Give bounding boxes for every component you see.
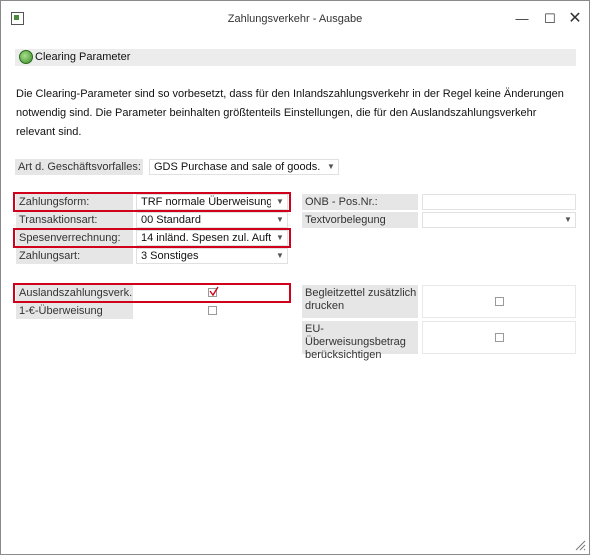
- ein-euro-ueberweisung-cell: [136, 303, 288, 319]
- geschaeftsvorfall-label: Art d. Geschäftsvorfalles:: [15, 159, 143, 175]
- window-title: Zahlungsverkehr - Ausgabe: [227, 13, 363, 25]
- spesenverrechnung-highlight: [13, 228, 291, 248]
- section-title: Clearing Parameter: [35, 51, 131, 63]
- chevron-down-icon[interactable]: ▼: [273, 213, 287, 227]
- chevron-down-icon[interactable]: ▼: [273, 249, 287, 263]
- eu-ueberweisungsbetrag-label: EU-Überweisungsbetrag berücksichtigen: [302, 321, 418, 361]
- zahlungsart-label: Zahlungsart:: [16, 248, 133, 264]
- zahlungsform-highlight: [13, 192, 291, 212]
- chevron-down-icon[interactable]: ▼: [561, 213, 575, 227]
- resize-grip-icon[interactable]: [574, 539, 586, 551]
- transaktionsart-label: Transaktionsart:: [16, 212, 133, 228]
- textvorbelegung-label: Textvorbelegung: [302, 212, 418, 228]
- section-header: Clearing Parameter: [15, 49, 576, 66]
- close-button[interactable]: ✕: [564, 9, 586, 29]
- onb-pos-nr-label: ONB - Pos.Nr.:: [302, 194, 418, 210]
- description-text: Die Clearing-Parameter sind so vorbesetz…: [16, 88, 564, 138]
- minimize-button[interactable]: —: [511, 9, 533, 29]
- textvorbelegung-select[interactable]: ▼: [422, 212, 576, 228]
- begleitzettel-checkbox[interactable]: [495, 297, 504, 306]
- maximize-button[interactable]: ☐: [539, 9, 561, 29]
- title-bar: Zahlungsverkehr - Ausgabe — ☐ ✕: [1, 1, 589, 37]
- geschaeftsvorfall-value: GDS Purchase and sale of goods. P: [154, 161, 322, 173]
- transaktionsart-value: 00 Standard: [141, 214, 201, 226]
- chevron-down-icon[interactable]: ▼: [324, 160, 338, 174]
- begleitzettel-cell: [422, 285, 576, 318]
- ein-euro-ueberweisung-checkbox[interactable]: [208, 306, 217, 315]
- clearing-parameter-icon: [19, 50, 33, 64]
- zahlungsart-select[interactable]: 3 Sonstiges ▼: [136, 248, 288, 264]
- dialog-window: Zahlungsverkehr - Ausgabe — ☐ ✕ Clearing…: [0, 0, 590, 555]
- transaktionsart-select[interactable]: 00 Standard ▼: [136, 212, 288, 228]
- onb-pos-nr-input[interactable]: [422, 194, 576, 210]
- eu-ueberweisungsbetrag-checkbox[interactable]: [495, 333, 504, 342]
- eu-ueberweisungsbetrag-cell: [422, 321, 576, 354]
- begleitzettel-label: Begleitzettel zusätzlich drucken: [302, 285, 418, 318]
- ein-euro-ueberweisung-label: 1-€-Überweisung: [16, 303, 133, 319]
- zahlungsart-value: 3 Sonstiges: [141, 250, 199, 262]
- geschaeftsvorfall-select[interactable]: GDS Purchase and sale of goods. P ▼: [149, 159, 339, 175]
- auslandszahlungsverk-highlight: [13, 283, 291, 303]
